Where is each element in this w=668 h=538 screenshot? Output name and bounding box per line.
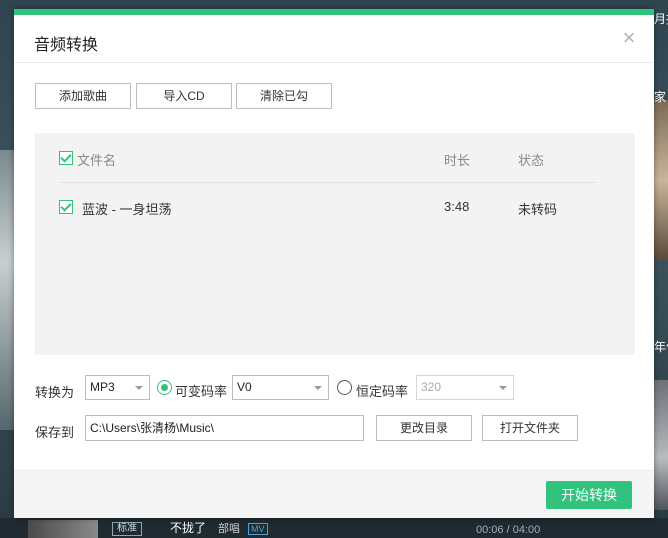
- row-status: 未转码: [518, 202, 558, 217]
- row-checkbox[interactable]: [59, 200, 73, 214]
- chevron-down-icon: [314, 386, 322, 390]
- row-duration: 3:48: [444, 199, 470, 214]
- now-playing-song[interactable]: 不拢了: [170, 519, 206, 536]
- album-thumbnail: [28, 520, 98, 538]
- audio-convert-dialog: 音频转换 × 添加歌曲 导入CD 清除已勾 文件名 时长 状态 蓝波 - 一身坦…: [14, 9, 654, 518]
- playback-time: 00:06 / 04:00: [476, 524, 541, 536]
- background-image-left: [0, 150, 14, 430]
- cbr-radio[interactable]: [337, 380, 352, 395]
- close-icon[interactable]: ×: [620, 27, 638, 49]
- add-song-button[interactable]: 添加歌曲: [35, 83, 131, 109]
- dialog-titlebar: 音频转换 ×: [14, 15, 654, 63]
- background-image-right-bottom: [654, 380, 668, 510]
- open-folder-button[interactable]: 打开文件夹: [482, 415, 578, 441]
- cbr-select[interactable]: 320: [416, 375, 514, 400]
- now-playing-artist[interactable]: 部唱: [218, 520, 240, 536]
- file-list-header: 文件名 时长 状态: [59, 133, 597, 183]
- change-directory-button[interactable]: 更改目录: [376, 415, 472, 441]
- convert-label: 转换为: [35, 385, 75, 400]
- header-filename: 文件名: [77, 153, 117, 168]
- vbr-select[interactable]: V0: [232, 375, 329, 400]
- chevron-down-icon: [499, 386, 507, 390]
- vbr-radio[interactable]: [157, 380, 172, 395]
- background-text-top: 月推: [654, 12, 668, 26]
- background-image-right-top: [654, 100, 668, 260]
- background-text-mid: 家: [654, 90, 667, 104]
- save-label: 保存到: [35, 425, 75, 440]
- quality-badge[interactable]: 标准: [112, 522, 142, 536]
- cbr-label[interactable]: 恒定码率: [356, 381, 408, 400]
- clear-checked-button[interactable]: 清除已勾: [236, 83, 332, 109]
- format-select[interactable]: MP3: [85, 375, 150, 400]
- header-duration: 时长: [444, 153, 471, 168]
- vbr-label[interactable]: 可变码率: [175, 381, 227, 400]
- background-text-lower: 年价: [654, 340, 668, 354]
- vbr-value: V0: [237, 380, 252, 394]
- chevron-down-icon: [135, 386, 143, 390]
- import-cd-button[interactable]: 导入CD: [136, 83, 232, 109]
- save-path-input[interactable]: C:\Users\张清杨\Music\: [85, 415, 364, 441]
- dialog-title: 音频转换: [34, 37, 99, 54]
- row-filename: 蓝波 - 一身坦荡: [82, 202, 172, 217]
- cbr-value: 320: [421, 380, 442, 394]
- mv-badge[interactable]: MV: [248, 523, 268, 535]
- header-status: 状态: [518, 153, 545, 168]
- select-all-checkbox[interactable]: [59, 151, 73, 165]
- player-bar: [0, 518, 668, 538]
- file-list: 文件名 时长 状态 蓝波 - 一身坦荡 3:48 未转码: [35, 133, 635, 355]
- dialog-footer: 开始转换: [14, 470, 654, 518]
- format-value: MP3: [90, 380, 115, 394]
- table-row[interactable]: 蓝波 - 一身坦荡 3:48 未转码: [59, 183, 597, 233]
- start-convert-button[interactable]: 开始转换: [546, 481, 632, 509]
